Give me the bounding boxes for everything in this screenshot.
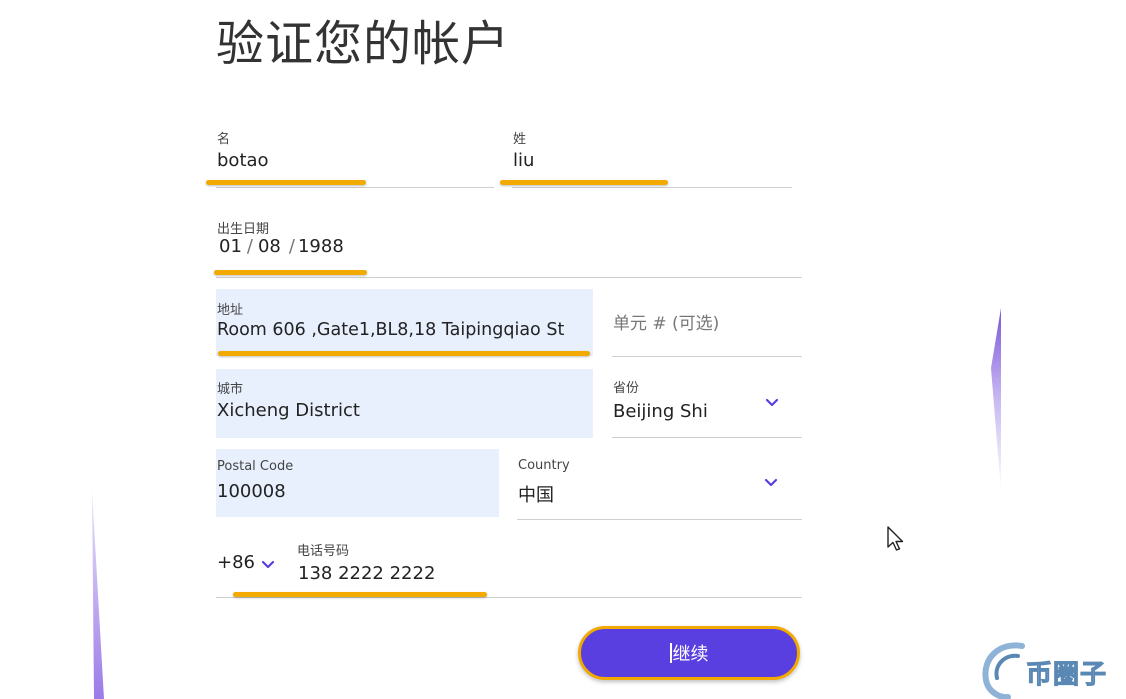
dob-sep-2: / bbox=[288, 236, 295, 257]
city-field[interactable]: 城市 Xicheng District bbox=[216, 369, 593, 438]
first-name-value[interactable]: botao bbox=[217, 150, 269, 171]
first-name-underline bbox=[216, 187, 494, 188]
province-underline bbox=[612, 437, 802, 438]
page-title: 验证您的帐户 bbox=[216, 16, 511, 72]
dob-value[interactable]: 01/08/1988 bbox=[219, 236, 344, 257]
unit-placeholder: 单元 # (可选) bbox=[613, 314, 720, 334]
dob-highlight bbox=[214, 270, 367, 275]
mouse-pointer-icon bbox=[887, 526, 904, 551]
dob-field[interactable]: 出生日期 01/08/1988 bbox=[216, 212, 802, 276]
text-cursor bbox=[669, 643, 672, 663]
chevron-down-icon[interactable] bbox=[764, 397, 780, 409]
country-code-select[interactable]: +86 bbox=[216, 548, 280, 578]
province-select[interactable]: 省份 Beijing Shi bbox=[612, 369, 802, 438]
postal-code-value[interactable]: 100008 bbox=[217, 481, 286, 502]
phone-highlight bbox=[233, 592, 487, 597]
chevron-down-icon[interactable] bbox=[260, 559, 276, 571]
last-name-underline bbox=[512, 187, 792, 188]
dob-day[interactable]: 01 bbox=[219, 236, 242, 257]
address-field[interactable]: 地址 Room 606 ,Gate1,BL8,18 Taipingqiao St bbox=[216, 289, 593, 356]
postal-code-field[interactable]: Postal Code 100008 bbox=[216, 449, 499, 517]
phone-field[interactable]: 电话号码 138 2222 2222 bbox=[296, 536, 802, 596]
last-name-field[interactable]: 姓 liu bbox=[512, 124, 792, 186]
dob-year[interactable]: 1988 bbox=[298, 236, 344, 257]
first-name-label: 名 bbox=[217, 132, 231, 147]
right-decoration bbox=[991, 308, 1001, 492]
left-decoration bbox=[92, 490, 104, 699]
dob-underline bbox=[216, 277, 802, 278]
address-label: 地址 bbox=[217, 303, 244, 318]
continue-button[interactable]: 继续 bbox=[578, 626, 800, 680]
province-value: Beijing Shi bbox=[613, 401, 708, 422]
country-code-value: +86 bbox=[217, 552, 255, 573]
phone-underline bbox=[216, 597, 802, 598]
country-select[interactable]: Country 中国 bbox=[517, 449, 802, 519]
first-name-highlight bbox=[206, 180, 366, 185]
watermark: 币圈子 bbox=[978, 640, 1126, 699]
dob-sep-1: / bbox=[246, 236, 253, 257]
continue-label: 继续 bbox=[672, 644, 709, 665]
unit-underline bbox=[612, 356, 802, 357]
country-value: 中国 bbox=[518, 485, 554, 506]
country-label: Country bbox=[518, 458, 570, 473]
phone-label: 电话号码 bbox=[297, 544, 350, 559]
city-value[interactable]: Xicheng District bbox=[217, 400, 360, 421]
watermark-text: 币圈子 bbox=[1025, 660, 1108, 691]
dob-month[interactable]: 08 bbox=[258, 236, 281, 257]
address-value[interactable]: Room 606 ,Gate1,BL8,18 Taipingqiao St bbox=[217, 320, 564, 340]
first-name-field[interactable]: 名 botao bbox=[216, 124, 494, 186]
country-underline bbox=[517, 519, 802, 520]
province-label: 省份 bbox=[613, 381, 640, 396]
last-name-value[interactable]: liu bbox=[513, 150, 534, 171]
last-name-highlight bbox=[500, 180, 668, 185]
dob-label: 出生日期 bbox=[217, 222, 270, 237]
phone-value[interactable]: 138 2222 2222 bbox=[298, 563, 435, 584]
unit-field[interactable]: 单元 # (可选) bbox=[593, 289, 802, 356]
last-name-label: 姓 bbox=[513, 132, 527, 147]
chevron-down-icon[interactable] bbox=[763, 477, 779, 489]
postal-code-label: Postal Code bbox=[217, 459, 294, 474]
city-label: 城市 bbox=[217, 382, 244, 397]
address-highlight bbox=[218, 351, 590, 356]
